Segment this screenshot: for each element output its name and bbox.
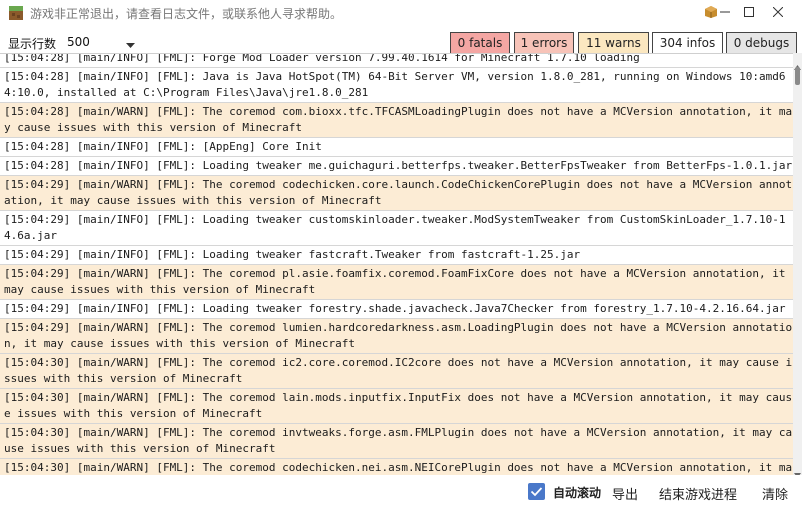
log-row-info[interactable]: [15:04:28] [main/INFO] [FML]: Forge Mod … xyxy=(0,54,793,68)
log-row-warn[interactable]: [15:04:30] [main/WARN] [FML]: The coremo… xyxy=(0,459,793,476)
checkmark-icon xyxy=(530,487,543,497)
log-scrollbar[interactable] xyxy=(793,53,802,478)
log-row-warn[interactable]: [15:04:30] [main/WARN] [FML]: The coremo… xyxy=(0,354,793,389)
lines-value: 500 xyxy=(67,35,90,49)
minecraft-block-icon xyxy=(9,5,23,20)
clear-button[interactable]: 清除 xyxy=(762,484,788,503)
close-button[interactable] xyxy=(762,0,794,24)
errors-filter[interactable]: 1 errors xyxy=(514,32,574,54)
log-row-warn[interactable]: [15:04:29] [main/WARN] [FML]: The coremo… xyxy=(0,265,793,300)
log-row-warn[interactable]: [15:04:30] [main/WARN] [FML]: The coremo… xyxy=(0,424,793,459)
warns-filter[interactable]: 11 warns xyxy=(578,32,649,54)
title-bar: 游戏非正常退出，请查看日志文件，或联系他人寻求帮助。 xyxy=(0,0,802,24)
log-row-warn[interactable]: [15:04:29] [main/WARN] [FML]: The coremo… xyxy=(0,319,793,354)
log-rows: [15:04:28] [main/INFO] [FML]: Forge Mod … xyxy=(0,54,793,476)
infos-filter[interactable]: 304 infos xyxy=(652,32,723,54)
auto-scroll-checkbox[interactable] xyxy=(528,483,545,500)
log-row-info[interactable]: [15:04:29] [main/INFO] [FML]: Loading tw… xyxy=(0,211,793,246)
log-row-warn[interactable]: [15:04:30] [main/WARN] [FML]: The coremo… xyxy=(0,389,793,424)
log-row-info[interactable]: [15:04:28] [main/INFO] [FML]: Loading tw… xyxy=(0,157,793,176)
kill-game-button[interactable]: 结束游戏进程 xyxy=(659,484,737,503)
window-title: 游戏非正常退出，请查看日志文件，或联系他人寻求帮助。 xyxy=(30,7,343,21)
log-row-warn[interactable]: [15:04:28] [main/WARN] [FML]: The coremo… xyxy=(0,103,793,138)
debugs-filter[interactable]: 0 debugs xyxy=(726,32,797,54)
lines-dropdown[interactable]: 500 xyxy=(62,32,140,52)
log-row-warn[interactable]: [15:04:29] [main/WARN] [FML]: The coremo… xyxy=(0,176,793,211)
auto-scroll-label[interactable]: 自动滚动 xyxy=(553,484,601,501)
log-row-info[interactable]: [15:04:29] [main/INFO] [FML]: Loading tw… xyxy=(0,300,793,319)
export-button[interactable]: 导出 xyxy=(612,484,638,503)
log-list[interactable]: [15:04:28] [main/INFO] [FML]: Forge Mod … xyxy=(0,53,793,476)
log-row-info[interactable]: [15:04:29] [main/INFO] [FML]: Loading tw… xyxy=(0,246,793,265)
bottom-bar: 自动滚动 导出 结束游戏进程 清除 xyxy=(0,475,802,510)
lines-label: 显示行数 xyxy=(8,37,57,51)
log-row-info[interactable]: [15:04:28] [main/INFO] [FML]: Java is Ja… xyxy=(0,68,793,103)
chevron-down-icon xyxy=(126,38,135,52)
maximize-button[interactable] xyxy=(733,0,765,24)
log-row-info[interactable]: [15:04:28] [main/INFO] [FML]: [AppEng] C… xyxy=(0,138,793,157)
scroll-thumb[interactable] xyxy=(795,67,800,85)
fatals-filter[interactable]: 0 fatals xyxy=(450,32,510,54)
